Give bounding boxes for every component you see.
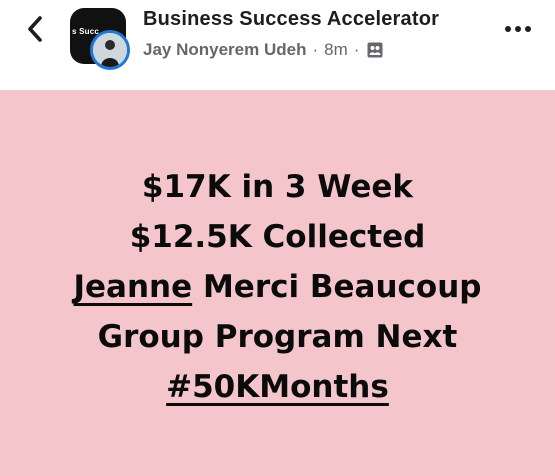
post-line-1: $17K in 3 Week <box>141 169 414 205</box>
more-horizontal-icon <box>505 26 531 32</box>
group-logo-text: s Succ <box>72 27 99 36</box>
author-avatar[interactable] <box>90 30 130 70</box>
group-name-link[interactable]: Business Success Accelerator <box>143 8 439 31</box>
back-button[interactable] <box>20 14 50 44</box>
post-title-block: Business Success Accelerator Jay Nonyere… <box>143 8 439 60</box>
author-name-link[interactable]: Jay Nonyerem Udeh <box>143 40 306 60</box>
post-line-3: Jeanne Merci Beaucoup <box>0 262 555 312</box>
more-options-button[interactable] <box>503 20 533 38</box>
post-line-4: Group Program Next <box>97 319 458 355</box>
post-content-card[interactable]: $17K in 3 Week $12.5K Collected Jeanne M… <box>0 90 555 476</box>
mention-link[interactable]: Jeanne <box>74 269 193 305</box>
chevron-left-icon <box>28 16 42 42</box>
post-line-3-text: Merci Beaucoup <box>192 269 482 305</box>
meta-separator: · <box>312 40 319 59</box>
post-text: $17K in 3 Week $12.5K Collected Jeanne M… <box>0 162 555 412</box>
post-header: s Succ Business Success Accelerator Jay … <box>0 0 555 90</box>
post-meta: Jay Nonyerem Udeh · 8m · <box>143 40 439 60</box>
hashtag-link[interactable]: #50KMonths <box>166 369 389 405</box>
avatar-group[interactable]: s Succ <box>70 8 134 70</box>
group-members-icon <box>367 42 383 58</box>
post-line-5: #50KMonths <box>0 362 555 412</box>
post-time[interactable]: 8m <box>324 40 348 60</box>
post-line-2: $12.5K Collected <box>129 219 426 255</box>
meta-separator: · <box>353 40 360 59</box>
person-photo-icon <box>93 33 127 67</box>
